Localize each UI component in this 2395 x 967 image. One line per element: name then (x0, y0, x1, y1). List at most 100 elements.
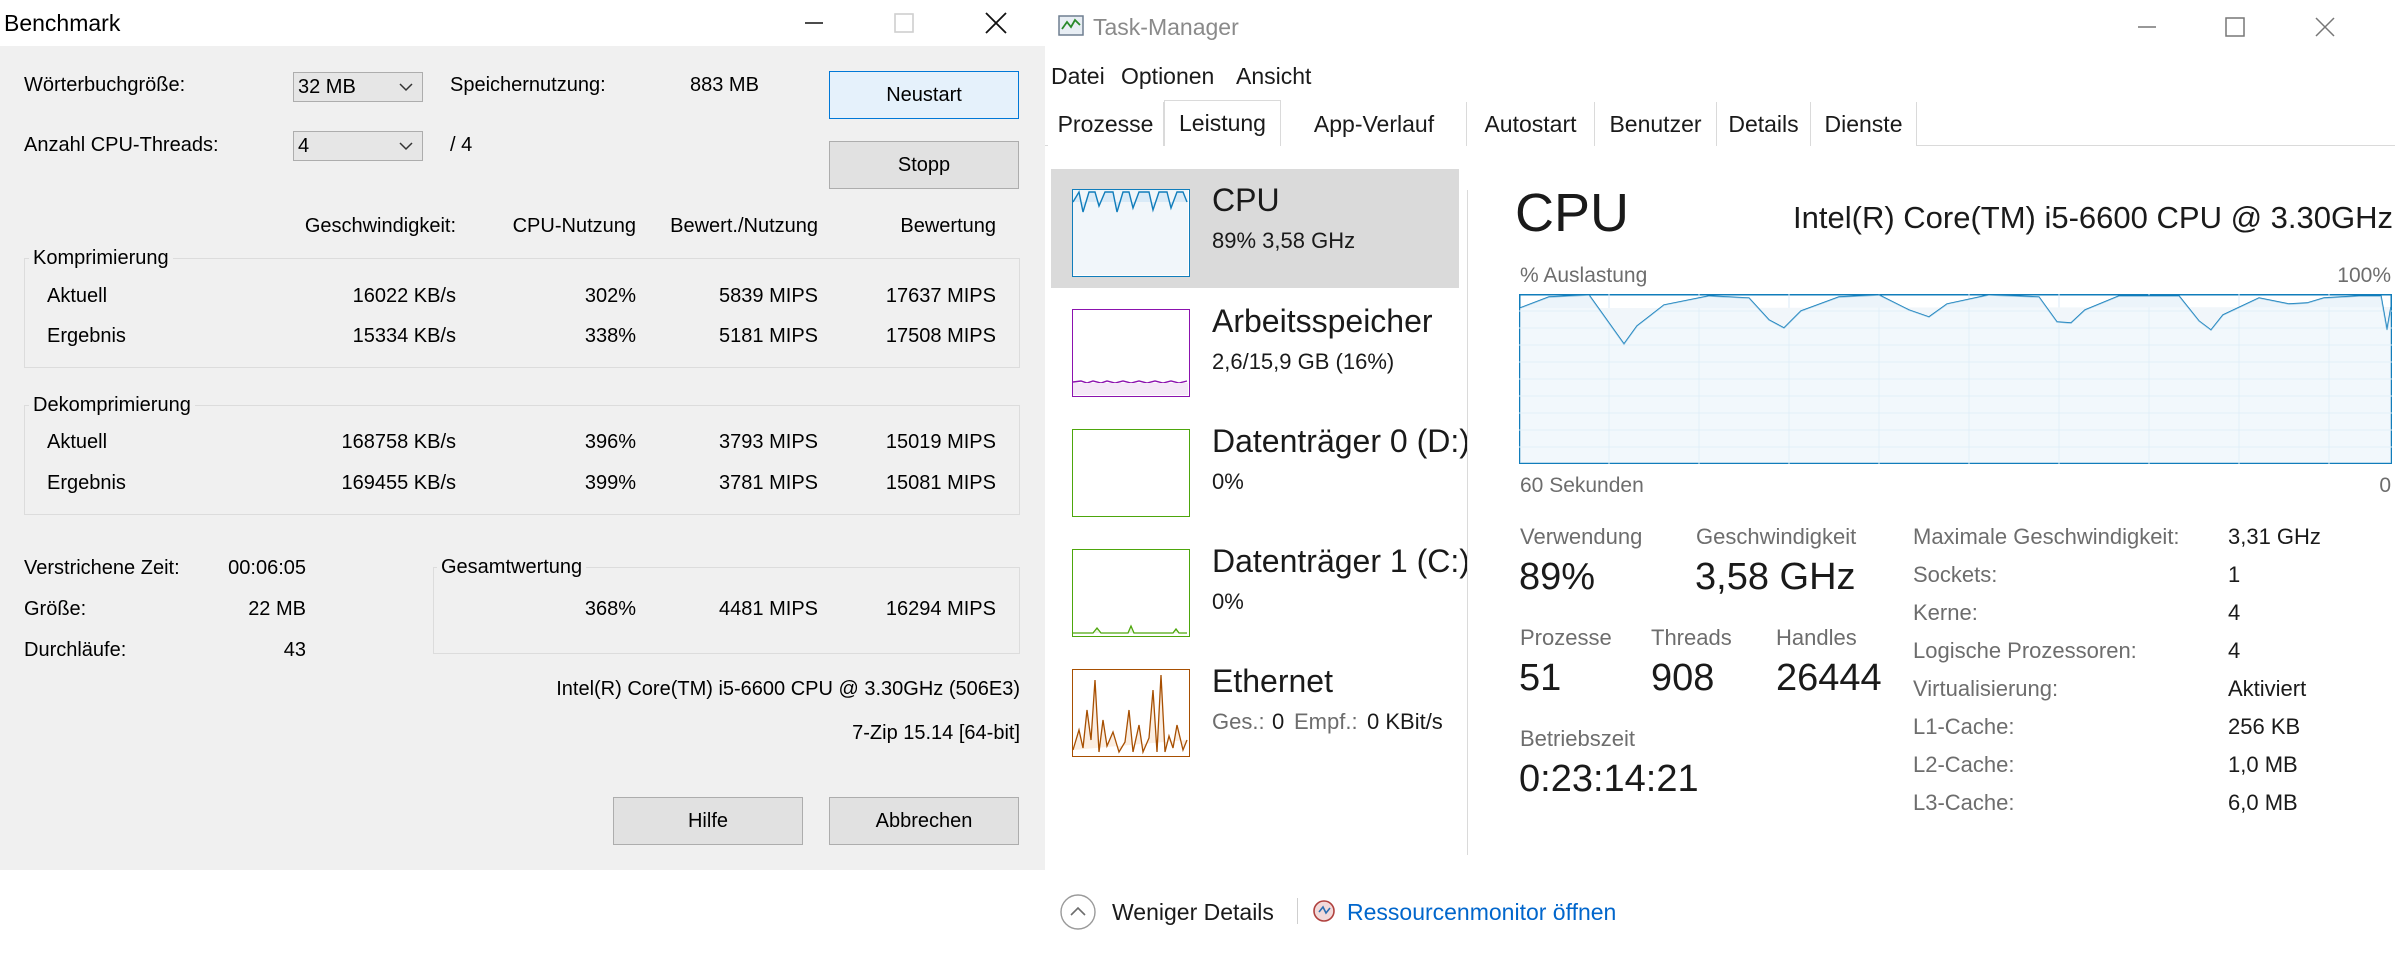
sidebar-ethernet-name: Ethernet (1212, 663, 1333, 699)
decompress-current-cpu: 396% (584, 431, 636, 453)
uptime-value: 0:23:14:21 (1519, 758, 1699, 800)
tab-autostart[interactable]: Autostart (1467, 102, 1595, 146)
compress-current-cpu: 302% (584, 285, 636, 307)
maximize-icon (2225, 17, 2245, 37)
sidebar-memory-sub: 2,6/15,9 GB (16%) (1212, 349, 1395, 374)
handles-value: 26444 (1776, 657, 1882, 699)
decompress-result-label: Ergebnis (47, 472, 126, 494)
task-manager-title: Task-Manager (1093, 14, 1239, 40)
tab-dienste[interactable]: Dienste (1811, 102, 1917, 146)
detail-cpu-model: Intel(R) Core(TM) i5-6600 CPU @ 3.30GHz (1793, 200, 2393, 235)
resource-monitor-icon (1313, 900, 1335, 922)
task-manager-icon (1058, 15, 1084, 36)
decompress-current-label: Aktuell (47, 431, 108, 453)
task-manager-window: Task-Manager Datei Optionen Ansicht Proz… (1045, 0, 2395, 967)
chevron-down-icon (399, 142, 413, 151)
decompress-current-rating-usage: 3793 MIPS (719, 431, 818, 453)
close-icon (985, 12, 1007, 34)
compress-result-rating-usage: 5181 MIPS (719, 325, 818, 347)
menu-optionen[interactable]: Optionen (1121, 63, 1214, 90)
sidebar-ethernet-send-value: 0 (1272, 709, 1285, 734)
tab-details[interactable]: Details (1717, 102, 1811, 146)
cpu-threads-max: / 4 (450, 134, 473, 156)
memory-thumbnail (1072, 309, 1190, 397)
sidebar-memory-name: Arbeitsspeicher (1212, 303, 1433, 339)
compress-current-speed: 16022 KB/s (352, 285, 456, 307)
minimize-icon (2138, 26, 2156, 28)
menu-datei[interactable]: Datei (1051, 63, 1105, 90)
spec-l3-label: L3-Cache: (1913, 790, 2015, 815)
total-rating-title: Gesamtwertung (437, 556, 587, 579)
sidebar-disk1-sub: 0% (1212, 589, 1244, 614)
fewer-details-toggle[interactable] (1059, 893, 1097, 931)
spec-sockets-value: 1 (2228, 562, 2241, 587)
resource-monitor-link[interactable]: Ressourcenmonitor öffnen (1347, 899, 1616, 926)
minimize-button[interactable] (784, 0, 844, 46)
cancel-button[interactable]: Abbrechen (829, 797, 1019, 845)
compress-current-rating: 17637 MIPS (885, 285, 996, 307)
size-label: Größe: (24, 598, 87, 620)
close-button[interactable] (966, 0, 1026, 46)
processes-value: 51 (1519, 657, 1562, 699)
total-rating: 16294 MIPS (885, 598, 996, 620)
menu-ansicht[interactable]: Ansicht (1236, 63, 1311, 90)
memory-usage-label: Speichernutzung: (450, 74, 606, 96)
tab-leistung[interactable]: Leistung (1164, 100, 1281, 146)
decompress-result-rating: 15081 MIPS (885, 472, 996, 494)
usage-label: Verwendung (1520, 524, 1643, 549)
tab-prozesse[interactable]: Prozesse (1048, 102, 1164, 146)
tab-app-verlauf-label[interactable]: App-Verlauf (1282, 102, 1467, 146)
sidebar-ethernet-recv-value: 0 KBit/s (1367, 709, 1443, 734)
minimize-icon (805, 22, 823, 24)
tm-close-button[interactable] (2295, 4, 2355, 50)
sidebar-disk0-sub: 0% (1212, 469, 1244, 494)
total-rating-usage: 4481 MIPS (719, 598, 818, 620)
compress-current-label: Aktuell (47, 285, 108, 307)
speed-value: 3,58 GHz (1695, 556, 1856, 598)
decompression-group (24, 405, 1020, 515)
compression-group (24, 258, 1020, 368)
spec-l2-value: 1,0 MB (2228, 752, 2298, 777)
spec-sockets-label: Sockets: (1913, 562, 1998, 587)
cpu-threads-select[interactable]: 4 (293, 131, 423, 161)
threads-label: Threads (1651, 625, 1732, 650)
decompress-result-cpu: 399% (584, 472, 636, 494)
maximize-icon (894, 13, 914, 33)
sidebar-disk0-name: Datenträger 0 (D:) (1212, 423, 1470, 459)
stop-button[interactable]: Stopp (829, 141, 1019, 189)
sidebar-divider (1467, 190, 1468, 855)
compress-result-label: Ergebnis (47, 325, 126, 347)
decompression-title: Dekomprimierung (29, 394, 195, 417)
compress-result-speed: 15334 KB/s (352, 325, 456, 347)
speed-label: Geschwindigkeit (1696, 524, 1857, 549)
total-cpu: 368% (584, 598, 636, 620)
restart-button[interactable]: Neustart (829, 71, 1019, 119)
fewer-details-link[interactable]: Weniger Details (1112, 899, 1274, 926)
decompress-result-speed: 169455 KB/s (341, 472, 456, 494)
threads-value: 908 (1651, 657, 1715, 699)
elapsed-time-value: 00:06:05 (228, 557, 306, 579)
sidebar-ethernet-recv-label: Empf.: (1294, 709, 1358, 734)
tm-minimize-button[interactable] (2117, 4, 2177, 50)
spec-logical-label: Logische Prozessoren: (1913, 638, 2137, 663)
tab-benutzer[interactable]: Benutzer (1595, 102, 1717, 146)
maximize-button[interactable] (874, 0, 934, 46)
memory-usage-value: 883 MB (690, 74, 759, 96)
close-icon (2315, 17, 2335, 37)
compress-current-rating-usage: 5839 MIPS (719, 285, 818, 307)
disk1-mini-graph (1073, 624, 1187, 634)
spec-cores-label: Kerne: (1913, 600, 1978, 625)
version-info: 7-Zip 15.14 [64-bit] (852, 722, 1020, 744)
processes-label: Prozesse (1520, 625, 1612, 650)
dict-size-select[interactable]: 32 MB (293, 72, 423, 102)
detail-heading: CPU (1515, 183, 1630, 243)
spec-cores-value: 4 (2228, 600, 2241, 625)
help-button[interactable]: Hilfe (613, 797, 803, 845)
col-cpu-usage: CPU-Nutzung (512, 215, 636, 237)
tm-maximize-button[interactable] (2205, 4, 2265, 50)
col-speed: Geschwindigkeit: (304, 215, 456, 237)
spec-virtualization-label: Virtualisierung: (1913, 676, 2059, 701)
cpu-thumbnail (1072, 189, 1190, 277)
spec-virtualization-value: Aktiviert (2228, 676, 2307, 701)
disk1-thumbnail (1072, 549, 1190, 637)
